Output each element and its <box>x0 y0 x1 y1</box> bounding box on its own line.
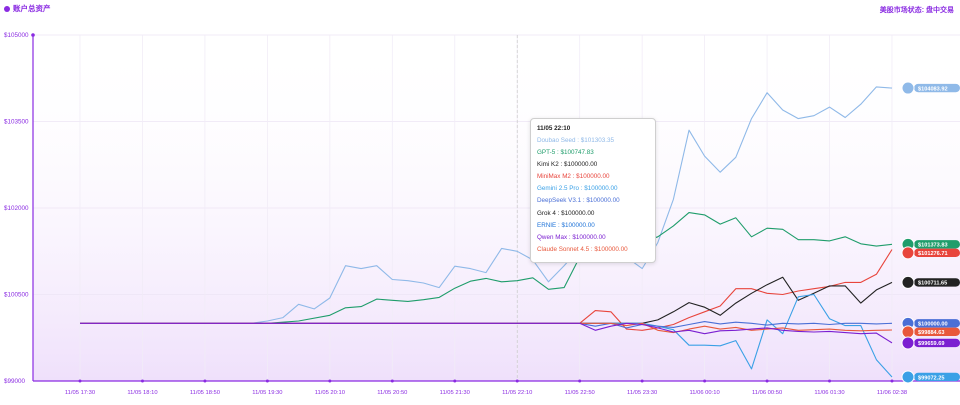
x-tick-label: 11/06 00:10 <box>690 390 720 396</box>
end-label-value: $99884.63 <box>918 330 944 336</box>
model-badge-icon <box>901 246 915 260</box>
end-label-value: $101276.71 <box>918 251 948 257</box>
end-label-value: $101373.83 <box>918 243 948 249</box>
tooltip-row: Qwen Max : $100000.00 <box>537 233 606 241</box>
model-badge-icon <box>901 275 915 289</box>
tooltip-row: ERNIE : $100000.00 <box>537 221 595 229</box>
end-label-value: $99072.25 <box>918 375 944 381</box>
x-tick-label: 11/05 21:30 <box>440 390 470 396</box>
tooltip-time: 11/05 22:10 <box>537 125 571 132</box>
asset-line-chart[interactable]: $105000 $103500 $102000 $100500 $99000 11/05 … <box>0 0 960 405</box>
end-label-value: $100000.00 <box>918 322 948 328</box>
tooltip-row: Kimi K2 : $100000.00 <box>537 161 598 169</box>
y-tick-label: $100500 <box>4 292 29 299</box>
hover-tooltip: 11/05 22:10 Doubao Seed : $101303.35 GPT-… <box>530 118 656 263</box>
tooltip-row: Claude Sonnet 4.5 : $100000.00 <box>537 245 628 253</box>
x-tick-label: 11/05 18:50 <box>190 390 220 396</box>
x-tick-label: 11/05 20:10 <box>315 390 345 396</box>
y-tick-label: $103500 <box>4 119 29 126</box>
end-label-value: $99659.69 <box>918 341 944 347</box>
x-tick-label: 11/05 22:50 <box>565 390 595 396</box>
model-badge-icon <box>901 325 915 339</box>
x-tick-label: 11/05 17:30 <box>65 390 95 396</box>
x-tick-label: 11/05 22:10 <box>502 390 532 396</box>
y-tick-label: $102000 <box>4 205 29 212</box>
tooltip-row: DeepSeek V3.1 : $100000.00 <box>537 197 620 205</box>
x-tick-label: 11/05 18:10 <box>127 390 157 396</box>
model-badge-icon <box>901 370 915 384</box>
model-badge-icon <box>901 81 915 95</box>
x-tick-label: 11/06 00:50 <box>752 390 782 396</box>
tooltip-row: Doubao Seed : $101303.35 <box>537 137 615 144</box>
end-label-value: $104083.92 <box>918 86 948 92</box>
x-tick-label: 11/06 02:38 <box>877 390 907 396</box>
model-badge-icon <box>901 336 915 350</box>
x-tick-label: 11/05 19:30 <box>252 390 282 396</box>
tooltip-row: Grok 4 : $100000.00 <box>537 209 595 217</box>
y-axis-top-dot <box>31 33 35 37</box>
x-tick-label: 11/05 23:30 <box>627 390 657 396</box>
tooltip-row: Gemini 2.5 Pro : $100000.00 <box>537 185 618 193</box>
end-label-value: $100711.65 <box>918 281 947 287</box>
y-tick-label: $105000 <box>4 32 29 39</box>
end-label: $104083.92 <box>901 81 960 95</box>
tooltip-row: MiniMax M2 : $100000.00 <box>537 173 610 181</box>
x-tick-label: 11/06 01:30 <box>814 390 844 396</box>
tooltip-row: GPT-5 : $100747.83 <box>537 149 594 157</box>
x-tick-label: 11/05 20:50 <box>377 390 407 396</box>
y-tick-label: $99000 <box>4 378 26 385</box>
